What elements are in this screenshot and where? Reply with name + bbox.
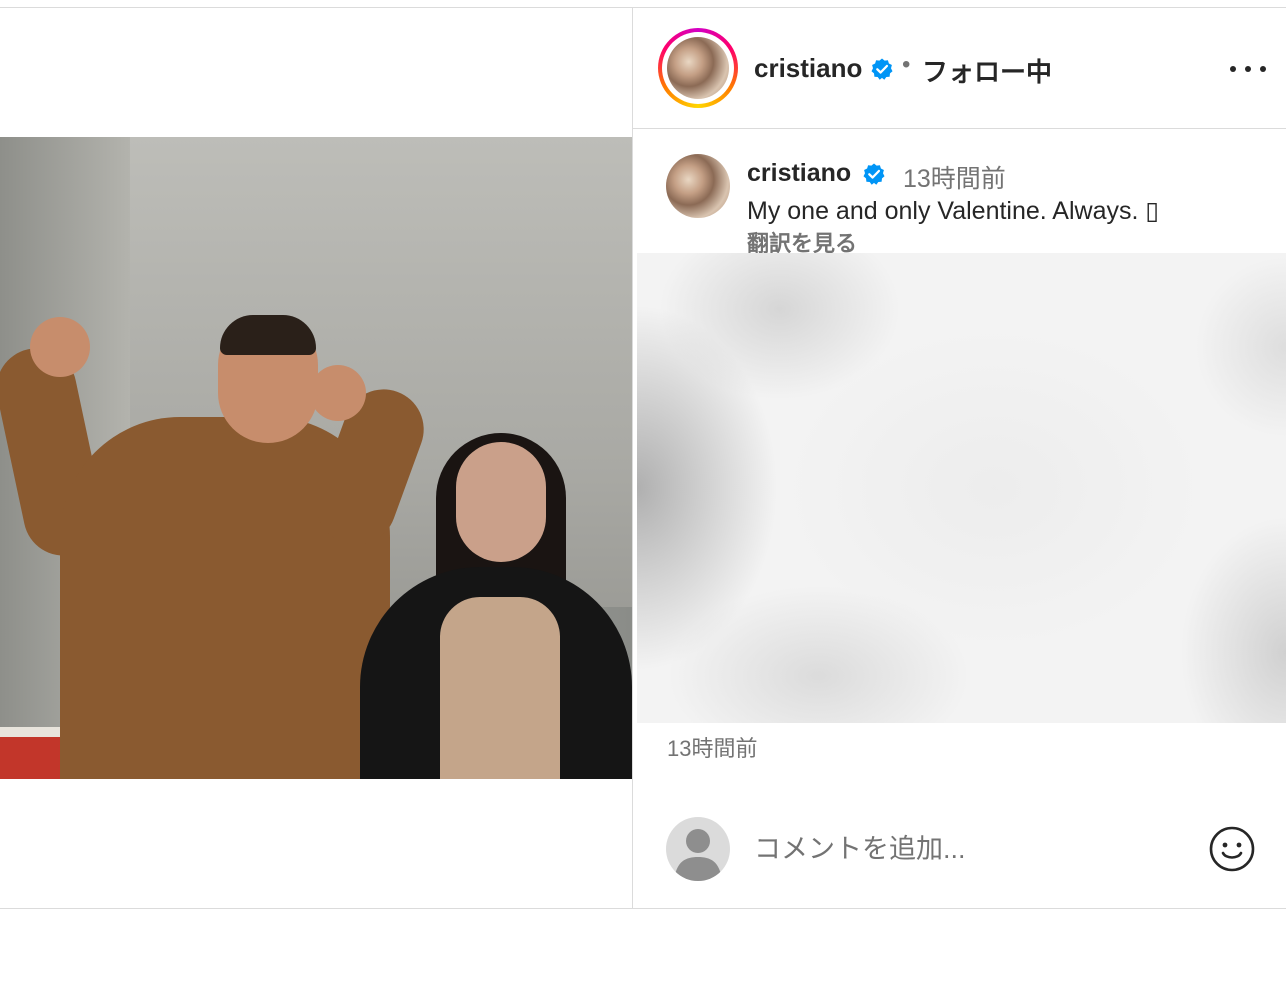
- more-options-icon[interactable]: [1230, 66, 1266, 74]
- verified-badge-icon: [870, 57, 894, 86]
- following-button[interactable]: フォロー中: [922, 52, 1052, 89]
- header-username-link[interactable]: cristiano: [754, 53, 862, 84]
- post-photo[interactable]: [0, 137, 632, 779]
- comment-input[interactable]: [752, 826, 1176, 872]
- panel-divider: [632, 7, 633, 909]
- caption-text: My one and only Valentine. Always. ▯: [747, 197, 1160, 225]
- emoji-icon[interactable]: [1208, 825, 1256, 873]
- verified-badge-icon: [862, 162, 886, 191]
- post-timestamp[interactable]: 13時間前: [667, 731, 757, 763]
- blurred-comments-area: [637, 253, 1286, 723]
- avatar-image: [667, 37, 729, 99]
- caption-avatar[interactable]: [666, 154, 730, 218]
- caption-timestamp[interactable]: 13時間前: [903, 159, 1006, 195]
- separator-dot: •: [902, 51, 911, 78]
- header-divider: [633, 128, 1286, 129]
- default-avatar-icon: [666, 817, 730, 881]
- header-avatar[interactable]: [658, 28, 738, 108]
- caption-username-link[interactable]: cristiano: [747, 159, 851, 188]
